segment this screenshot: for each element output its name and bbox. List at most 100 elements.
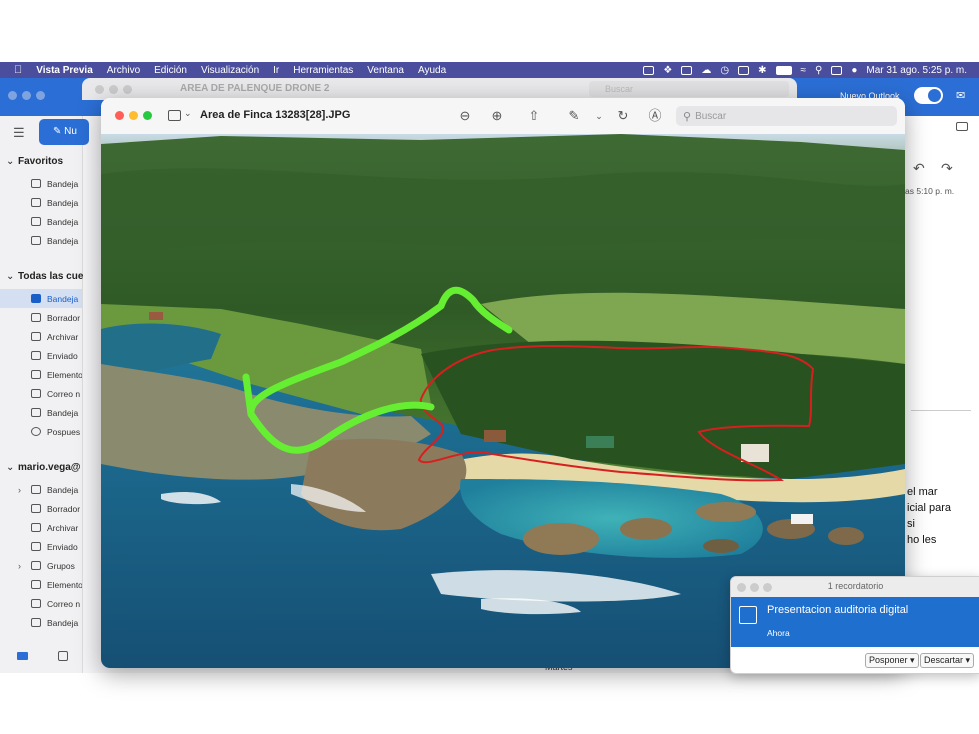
close-button[interactable] <box>8 91 17 100</box>
divider <box>911 410 971 411</box>
message-text-line: si <box>907 518 915 530</box>
rotate-icon[interactable]: ↻ <box>615 108 631 124</box>
preview-toolbar: ⌄ Area de Finca 13283[28].JPG ⊖ ⊕ ⇧ ✎ ⌄ … <box>101 98 905 135</box>
acct-item-groups[interactable]: › Grupos <box>0 556 82 575</box>
search-icon[interactable]: ⚲ <box>815 65 822 76</box>
sent-icon <box>31 351 41 360</box>
markup-pen-icon[interactable]: ✎ <box>566 108 582 124</box>
battery-icon[interactable] <box>775 65 792 75</box>
menu-edicion[interactable]: Edición <box>154 65 187 76</box>
acct-item-outbox[interactable]: Bandeja <box>0 613 82 632</box>
reminder-item[interactable]: Presentacion auditoria digital Ahora <box>731 597 979 647</box>
keyboard-icon[interactable] <box>738 65 750 75</box>
annotate-icon[interactable]: Ⓐ <box>647 108 663 124</box>
all-item-archive[interactable]: Archivar <box>0 327 82 346</box>
inbox-icon <box>31 198 41 207</box>
minimize-button[interactable] <box>129 111 138 120</box>
menu-visualizacion[interactable]: Visualización <box>201 65 259 76</box>
background-search[interactable]: Buscar <box>589 81 789 97</box>
feedback-icon[interactable]: ✉ <box>956 89 965 102</box>
share-icon[interactable]: ⇧ <box>526 108 542 124</box>
siri-icon[interactable]: ● <box>851 65 857 76</box>
forward-icon[interactable]: ↷ <box>941 160 953 177</box>
inbox-icon <box>31 179 41 188</box>
menu-archivo[interactable]: Archivo <box>107 65 140 76</box>
zoom-button[interactable] <box>36 91 45 100</box>
apple-menu-icon[interactable]:  <box>14 64 22 76</box>
dismiss-button[interactable]: Descartar ▾ <box>920 653 975 668</box>
bluetooth-icon[interactable]: ✱ <box>758 65 766 76</box>
new-message-button[interactable]: ✎ Nu <box>39 119 89 145</box>
junk-icon <box>31 599 41 608</box>
zoom-button[interactable] <box>123 85 132 94</box>
menu-herramientas[interactable]: Herramientas <box>293 65 353 76</box>
mail-nav-icon[interactable] <box>17 652 28 660</box>
background-window-title: AREA DE PALENQUE DRONE 2 <box>180 83 330 94</box>
message-text-line: el mar <box>907 486 938 498</box>
trash-icon <box>31 580 41 589</box>
fav-item-3[interactable]: Bandeja <box>0 212 82 231</box>
reply-icon[interactable]: ↶ <box>913 160 925 177</box>
skype-icon[interactable] <box>681 65 693 75</box>
archive-icon <box>31 332 41 341</box>
control-center-icon[interactable] <box>831 65 843 75</box>
all-item-sent[interactable]: Enviado <box>0 346 82 365</box>
outbox-icon <box>31 618 41 627</box>
trash-icon <box>31 370 41 379</box>
archive-icon <box>31 523 41 532</box>
acct-item-deleted[interactable]: Elemento <box>0 575 82 594</box>
inbox-icon <box>31 236 41 245</box>
reminder-title: Presentacion auditoria digital <box>767 604 909 616</box>
all-item-junk[interactable]: Correo n <box>0 384 82 403</box>
account-header[interactable]: ⌄ mario.vega@ <box>6 462 81 473</box>
minimize-button[interactable] <box>109 85 118 94</box>
message-text-line: ho les <box>907 534 937 546</box>
search-field[interactable]: ⚲ Buscar <box>676 106 897 126</box>
wifi-icon[interactable]: ≈ <box>801 65 807 76</box>
search-placeholder: Buscar <box>695 110 727 122</box>
acct-item-archive[interactable]: Archivar <box>0 518 82 537</box>
all-item-snoozed[interactable]: Pospues <box>0 422 82 441</box>
snooze-button[interactable]: Posponer ▾ <box>865 653 919 668</box>
dropbox-icon[interactable]: ❖ <box>663 65 672 76</box>
menu-app-name[interactable]: Vista Previa <box>36 65 93 76</box>
new-outlook-toggle[interactable] <box>914 87 943 104</box>
zoom-button[interactable] <box>143 111 152 120</box>
acct-item-drafts[interactable]: Borrador <box>0 499 82 518</box>
favorites-header[interactable]: ⌄ Favoritos <box>6 156 63 167</box>
close-button[interactable] <box>115 111 124 120</box>
minimize-button[interactable] <box>22 91 31 100</box>
menu-ventana[interactable]: Ventana <box>367 65 404 76</box>
menubar-clock[interactable]: Mar 31 ago. 5:25 p. m. <box>866 65 967 76</box>
inbox-icon <box>31 294 41 303</box>
fav-item-1[interactable]: Bandeja <box>0 174 82 193</box>
fav-item-4[interactable]: Bandeja <box>0 231 82 250</box>
chevron-down-icon[interactable]: ⌄ <box>184 108 192 119</box>
acct-item-inbox[interactable]: › Bandeja <box>0 480 82 499</box>
menu-ayuda[interactable]: Ayuda <box>418 65 446 76</box>
zoom-out-icon[interactable]: ⊖ <box>457 108 473 124</box>
all-item-drafts[interactable]: Borrador <box>0 308 82 327</box>
all-accounts-header[interactable]: ⌄ Todas las cue <box>6 271 83 282</box>
inbox-icon <box>31 485 41 494</box>
all-item-inbox[interactable]: Bandeja <box>0 289 82 308</box>
inbox-icon <box>31 217 41 226</box>
all-item-deleted[interactable]: Elemento <box>0 365 82 384</box>
cloud-icon[interactable]: ☁ <box>701 65 711 76</box>
fav-item-2[interactable]: Bandeja <box>0 193 82 212</box>
sidebar-icon[interactable] <box>168 110 181 121</box>
pane-toggle-icon[interactable] <box>956 122 968 131</box>
acct-item-sent[interactable]: Enviado <box>0 537 82 556</box>
chevron-down-icon[interactable]: ⌄ <box>591 108 607 124</box>
time-machine-icon[interactable]: ◷ <box>720 65 729 76</box>
menu-ir[interactable]: Ir <box>273 65 279 76</box>
zoom-in-icon[interactable]: ⊕ <box>489 108 505 124</box>
acct-item-junk[interactable]: Correo n <box>0 594 82 613</box>
message-text-line: icial para <box>907 502 952 514</box>
calendar-nav-icon[interactable] <box>58 651 68 661</box>
close-button[interactable] <box>95 85 104 94</box>
all-item-outbox[interactable]: Bandeja <box>0 403 82 422</box>
hamburger-icon[interactable]: ☰ <box>13 125 25 141</box>
reminder-time: Ahora <box>767 628 790 638</box>
screen-icon[interactable] <box>643 65 655 75</box>
